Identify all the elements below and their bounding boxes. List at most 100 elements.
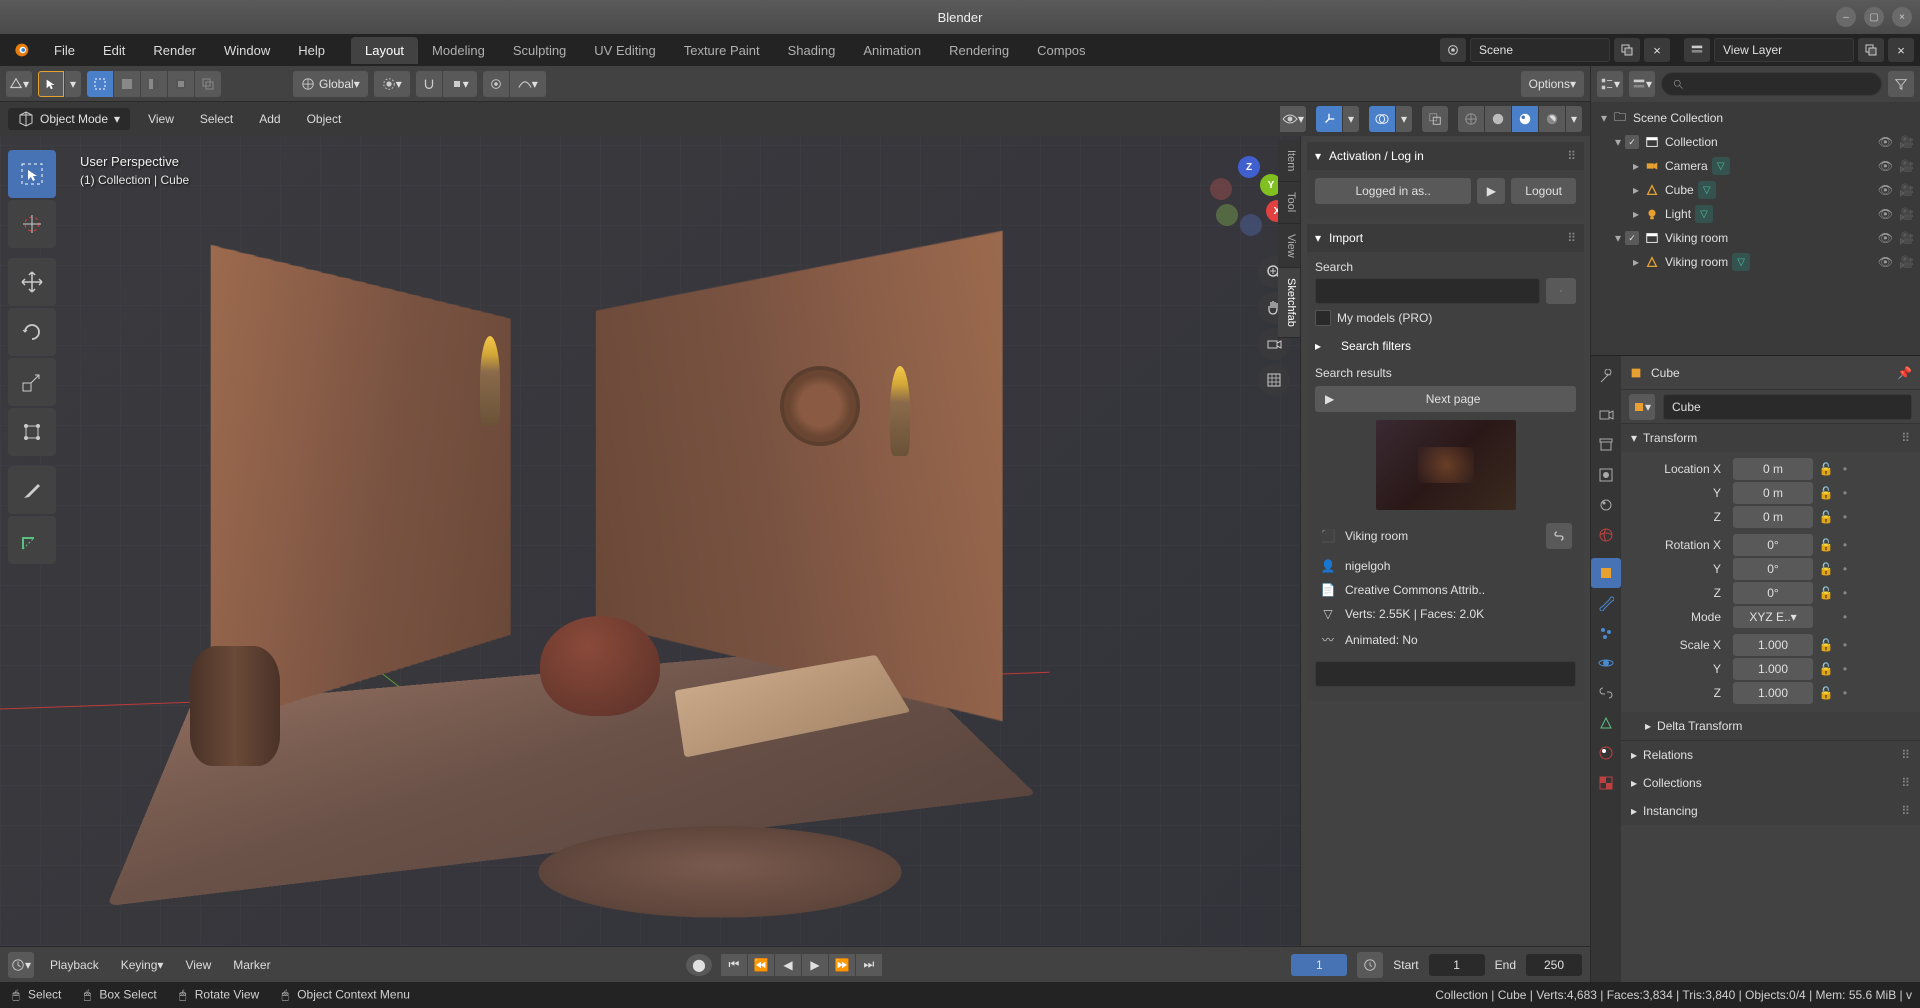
timeline-marker[interactable]: Marker	[227, 949, 276, 981]
visibility-icon[interactable]: 👁	[1878, 231, 1893, 245]
outliner-editor-icon[interactable]: ▾	[1597, 71, 1623, 97]
tab-viewlayer-props[interactable]	[1591, 460, 1621, 490]
scale-y[interactable]: 1.000	[1733, 658, 1813, 680]
editor-type-icon[interactable]: ▾	[6, 71, 32, 97]
shading-dropdown[interactable]: ▾	[1566, 106, 1582, 132]
shading-material[interactable]	[1512, 106, 1538, 132]
minimize-button[interactable]: –	[1836, 7, 1856, 27]
visibility-icon[interactable]: 👁	[1878, 135, 1893, 149]
proportional-edit-toggle[interactable]	[483, 71, 509, 97]
select-mode-subtract[interactable]	[141, 71, 167, 97]
restrict-badge[interactable]: ▽	[1695, 205, 1713, 223]
activation-header[interactable]: ▾Activation / Log in⠿	[1307, 142, 1584, 170]
lock-icon[interactable]: 🔓	[1817, 558, 1835, 580]
open-link-button[interactable]	[1546, 523, 1572, 549]
mode-selector[interactable]: Object Mode ▾	[8, 108, 130, 130]
tab-data-props[interactable]	[1591, 708, 1621, 738]
import-path-input[interactable]	[1315, 661, 1576, 687]
disable-render-icon[interactable]: 🎥	[1899, 207, 1914, 221]
lock-icon[interactable]: 🔓	[1817, 658, 1835, 680]
datablock-name-input[interactable]	[1663, 394, 1912, 420]
collections-header[interactable]: ▸ Collections⠿	[1621, 769, 1920, 797]
tab-animation[interactable]: Animation	[849, 37, 935, 64]
scene-name-input[interactable]	[1470, 38, 1610, 62]
lock-icon[interactable]: 🔓	[1817, 506, 1835, 528]
current-frame[interactable]: 1	[1291, 954, 1347, 976]
neg-x-axis-ball[interactable]	[1210, 178, 1232, 200]
select-mode-extend[interactable]	[114, 71, 140, 97]
pivot-point[interactable]: ▾	[374, 71, 410, 97]
snap-settings[interactable]: ▾	[443, 71, 477, 97]
lock-icon[interactable]: 🔓	[1817, 582, 1835, 604]
overlays-settings[interactable]: ▾	[1396, 106, 1412, 132]
jump-end-button[interactable]: ⏭	[856, 954, 882, 976]
shading-wireframe[interactable]	[1458, 106, 1484, 132]
outliner-item-cube[interactable]: ▸Cube▽👁🎥	[1591, 178, 1920, 202]
disable-render-icon[interactable]: 🎥	[1899, 255, 1914, 269]
my-models-checkbox[interactable]	[1315, 310, 1331, 326]
menu-file[interactable]: File	[40, 34, 89, 66]
proportional-falloff[interactable]: ▾	[510, 71, 546, 97]
outliner-item-camera[interactable]: ▸Camera▽👁🎥	[1591, 154, 1920, 178]
tab-tool[interactable]: Tool	[1278, 182, 1300, 223]
filter-icon[interactable]	[1888, 71, 1914, 97]
tab-texture-paint[interactable]: Texture Paint	[670, 37, 774, 64]
checkbox[interactable]: ✓	[1625, 135, 1639, 149]
menu-render[interactable]: Render	[139, 34, 210, 66]
keyframe-prev-button[interactable]: ⏪	[748, 954, 774, 976]
tool-rotate[interactable]	[8, 308, 56, 356]
tab-modeling[interactable]: Modeling	[418, 37, 499, 64]
close-button[interactable]: ×	[1892, 7, 1912, 27]
rotation-y[interactable]: 0°	[1733, 558, 1813, 580]
viewport-options[interactable]: Options ▾	[1521, 71, 1584, 97]
tab-tool-props[interactable]	[1591, 362, 1621, 392]
gizmo-toggle[interactable]	[1316, 106, 1342, 132]
disable-render-icon[interactable]: 🎥	[1899, 159, 1914, 173]
timeline-keying[interactable]: Keying ▾	[115, 949, 170, 981]
location-y[interactable]: 0 m	[1733, 482, 1813, 504]
perspective-toggle-icon[interactable]	[1258, 364, 1290, 396]
timeline-view[interactable]: View	[179, 949, 217, 981]
play-button[interactable]: ▶	[802, 954, 828, 976]
view-layer-input[interactable]	[1714, 38, 1854, 62]
datablock-browse-icon[interactable]: ▾	[1629, 394, 1655, 420]
outliner-item-collection[interactable]: ▾✓Collection👁🎥	[1591, 130, 1920, 154]
overlays-toggle[interactable]	[1369, 106, 1395, 132]
rotation-x[interactable]: 0°	[1733, 534, 1813, 556]
blender-logo-icon[interactable]	[6, 36, 34, 64]
location-z[interactable]: 0 m	[1733, 506, 1813, 528]
search-input[interactable]	[1315, 278, 1540, 304]
select-mode-new[interactable]	[87, 71, 113, 97]
neg-y-axis-ball[interactable]	[1216, 204, 1238, 226]
select-mode-intersect[interactable]	[195, 71, 221, 97]
tool-transform[interactable]	[8, 408, 56, 456]
menu-help[interactable]: Help	[284, 34, 339, 66]
new-scene-button[interactable]	[1614, 38, 1640, 62]
logout-button[interactable]: Logout	[1511, 178, 1576, 204]
logged-in-as[interactable]: Logged in as..	[1315, 178, 1471, 204]
z-axis-ball[interactable]: Z	[1238, 156, 1260, 178]
tab-render-props[interactable]	[1591, 400, 1621, 430]
tab-item[interactable]: Item	[1278, 140, 1300, 182]
tab-compositing[interactable]: Compos	[1023, 37, 1099, 64]
menu-edit[interactable]: Edit	[89, 34, 139, 66]
tab-world-props[interactable]	[1591, 520, 1621, 550]
xray-toggle[interactable]	[1422, 106, 1448, 132]
end-frame[interactable]: 250	[1526, 954, 1582, 976]
scene-browse-icon[interactable]	[1440, 38, 1466, 62]
tab-sculpting[interactable]: Sculpting	[499, 37, 580, 64]
submenu-view[interactable]: View	[140, 103, 182, 135]
start-frame[interactable]: 1	[1429, 954, 1485, 976]
tab-shading[interactable]: Shading	[774, 37, 850, 64]
tab-modifier-props[interactable]	[1591, 588, 1621, 618]
shading-solid[interactable]	[1485, 106, 1511, 132]
restrict-badge[interactable]: ▽	[1712, 157, 1730, 175]
tab-view[interactable]: View	[1278, 224, 1300, 269]
delete-scene-button[interactable]: ×	[1644, 38, 1670, 62]
maximize-button[interactable]: ▢	[1864, 7, 1884, 27]
delta-transform-header[interactable]: ▸ Delta Transform	[1621, 712, 1920, 740]
snap-toggle[interactable]	[416, 71, 442, 97]
neg-z-axis-ball[interactable]	[1240, 214, 1262, 236]
disable-render-icon[interactable]: 🎥	[1899, 135, 1914, 149]
scale-z[interactable]: 1.000	[1733, 682, 1813, 704]
